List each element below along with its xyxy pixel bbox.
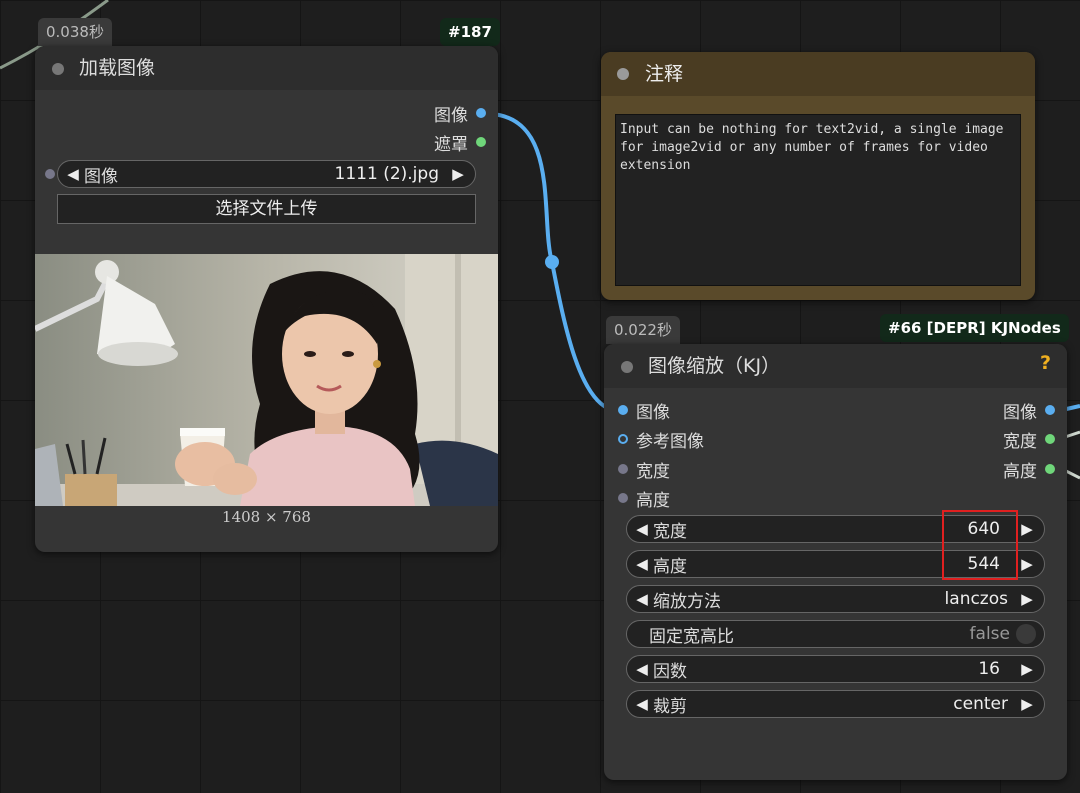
- input-label: 参考图像: [636, 431, 704, 452]
- input-label: 图像: [636, 402, 670, 423]
- widget-label: 因数: [653, 661, 687, 682]
- widget-label: 裁剪: [653, 696, 687, 717]
- decrement-arrow-icon[interactable]: ◀: [631, 555, 653, 573]
- output-image[interactable]: 图像: [1003, 398, 1055, 423]
- output-height[interactable]: 高度: [1003, 457, 1055, 482]
- load-node-id-badge: #187: [440, 18, 500, 46]
- load-node-time-badge: 0.038秒: [38, 18, 112, 46]
- input-slot-icon[interactable]: [618, 493, 628, 503]
- link-reroute-dot: [545, 255, 559, 269]
- collapse-dot-icon[interactable]: [52, 63, 64, 75]
- widget-value: lanczos: [944, 589, 1008, 609]
- help-icon[interactable]: ?: [1040, 352, 1051, 374]
- input-width[interactable]: 宽度: [618, 457, 670, 482]
- collapse-dot-icon[interactable]: [617, 68, 629, 80]
- node-header[interactable]: 加载图像: [35, 46, 498, 90]
- output-image[interactable]: 图像: [434, 101, 486, 126]
- image-preview: [35, 254, 498, 506]
- keep-ratio-toggle[interactable]: 固定宽高比 false: [626, 620, 1045, 648]
- load-image-node[interactable]: 加载图像 图像 遮罩 ◀ 图像 1111 (2).jpg ▶ 选择文件上传 14…: [35, 46, 498, 552]
- decrement-arrow-icon[interactable]: ◀: [631, 695, 653, 713]
- note-node[interactable]: 注释 Input can be nothing for text2vid, a …: [601, 52, 1035, 300]
- widget-value: false: [969, 624, 1010, 644]
- output-mask[interactable]: 遮罩: [434, 130, 486, 155]
- increment-arrow-icon[interactable]: ▶: [1016, 555, 1038, 573]
- decrement-arrow-icon[interactable]: ◀: [631, 590, 653, 608]
- image-resize-node[interactable]: 图像缩放（KJ） ? 图像 参考图像 宽度 高度 图像 宽度 高度 ◀ 宽度 6…: [604, 344, 1067, 780]
- increment-arrow-icon[interactable]: ▶: [1016, 695, 1038, 713]
- node-title: 加载图像: [79, 57, 156, 79]
- note-title: 注释: [645, 63, 684, 85]
- resize-node-time-badge: 0.022秒: [606, 316, 680, 344]
- node-title: 图像缩放（KJ）: [648, 355, 781, 377]
- output-slot-icon[interactable]: [1045, 434, 1055, 444]
- input-slot-icon[interactable]: [618, 405, 628, 415]
- resize-node-id-badge: #66 [DEPR] KJNodes: [880, 314, 1069, 342]
- widget-value: 16: [978, 659, 1000, 679]
- factor-widget[interactable]: ◀ 因数 16 ▶: [626, 655, 1045, 683]
- crop-widget[interactable]: ◀ 裁剪 center ▶: [626, 690, 1045, 718]
- upload-button[interactable]: 选择文件上传: [57, 194, 476, 224]
- widget-label: 缩放方法: [653, 591, 721, 612]
- widget-label: 图像: [84, 166, 118, 187]
- increment-arrow-icon[interactable]: ▶: [447, 165, 469, 183]
- output-label: 图像: [1003, 402, 1037, 423]
- output-label: 高度: [1003, 461, 1037, 482]
- node-header[interactable]: 图像缩放（KJ） ?: [604, 344, 1067, 388]
- output-label: 遮罩: [434, 134, 468, 155]
- input-image[interactable]: 图像: [618, 398, 670, 423]
- input-slot-icon[interactable]: [618, 464, 628, 474]
- output-slot-icon[interactable]: [476, 108, 486, 118]
- output-slot-icon[interactable]: [1045, 464, 1055, 474]
- toggle-knob-icon[interactable]: [1016, 624, 1036, 644]
- widget-label: 高度: [653, 556, 687, 577]
- input-label: 高度: [636, 490, 670, 511]
- widget-value: center: [953, 694, 1008, 714]
- note-header[interactable]: 注释: [601, 52, 1035, 96]
- value-highlight-box: [942, 510, 1018, 580]
- increment-arrow-icon[interactable]: ▶: [1016, 660, 1038, 678]
- image-combo-widget[interactable]: ◀ 图像 1111 (2).jpg ▶: [57, 160, 476, 188]
- note-textarea[interactable]: Input can be nothing for text2vid, a sin…: [615, 114, 1021, 286]
- preview-caption: 1408 × 768: [222, 508, 311, 526]
- decrement-arrow-icon[interactable]: ◀: [62, 165, 84, 183]
- output-width[interactable]: 宽度: [1003, 427, 1055, 452]
- widget-label: 固定宽高比: [649, 626, 734, 647]
- input-reference-image[interactable]: 参考图像: [618, 427, 704, 452]
- output-slot-icon[interactable]: [476, 137, 486, 147]
- widget-label: 宽度: [653, 521, 687, 542]
- output-slot-icon[interactable]: [1045, 405, 1055, 415]
- output-label: 图像: [434, 105, 468, 126]
- widget-input-slot-icon[interactable]: [45, 169, 55, 179]
- preview-photo: [35, 254, 498, 506]
- increment-arrow-icon[interactable]: ▶: [1016, 520, 1038, 538]
- collapse-dot-icon[interactable]: [621, 361, 633, 373]
- method-widget[interactable]: ◀ 缩放方法 lanczos ▶: [626, 585, 1045, 613]
- widget-value: 1111 (2).jpg: [334, 164, 439, 184]
- input-slot-icon[interactable]: [618, 434, 628, 444]
- increment-arrow-icon[interactable]: ▶: [1016, 590, 1038, 608]
- input-height[interactable]: 高度: [618, 486, 670, 511]
- decrement-arrow-icon[interactable]: ◀: [631, 660, 653, 678]
- input-label: 宽度: [636, 461, 670, 482]
- decrement-arrow-icon[interactable]: ◀: [631, 520, 653, 538]
- output-label: 宽度: [1003, 431, 1037, 452]
